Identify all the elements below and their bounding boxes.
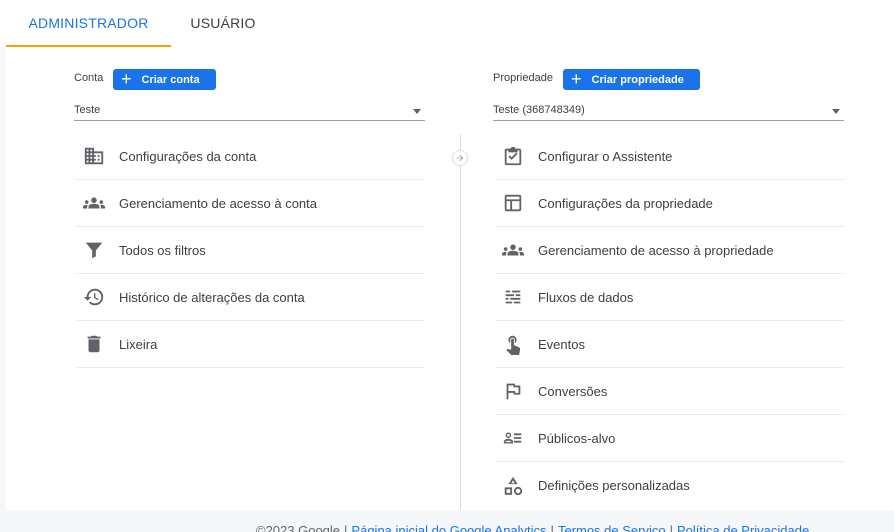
tab-usuario[interactable]: USUÁRIO <box>171 0 275 47</box>
account-selected-value: Teste <box>74 104 101 116</box>
create-property-button[interactable]: + Criar propriedade <box>563 69 700 90</box>
menu-item-label: Lixeira <box>119 336 158 352</box>
menu-item-label: Configurações da propriedade <box>538 195 713 211</box>
menu-item-account-settings[interactable]: Configurações da conta <box>76 133 424 180</box>
menu-item-label: Gerenciamento de acesso à propriedade <box>538 242 774 258</box>
plus-icon: + <box>121 68 132 89</box>
admin-tabs: ADMINISTRADOR USUÁRIO <box>0 0 894 47</box>
streams-icon <box>501 285 525 309</box>
property-selector[interactable]: Teste (368748349) <box>493 101 844 121</box>
audience-icon <box>501 426 525 450</box>
history-icon <box>82 285 106 309</box>
caret-down-icon <box>413 109 421 114</box>
menu-item-label: Fluxos de dados <box>538 289 634 305</box>
menu-item-setup-assistant[interactable]: Configurar o Assistente <box>495 133 844 180</box>
menu-item-conversions[interactable]: Conversões <box>495 368 844 415</box>
menu-item-account-history[interactable]: Histórico de alterações da conta <box>76 274 424 321</box>
menu-item-events[interactable]: Eventos <box>495 321 844 368</box>
menu-item-label: Gerenciamento de acesso à conta <box>119 195 318 211</box>
menu-item-label: Configurações da conta <box>119 148 257 164</box>
shapes-icon <box>501 474 525 498</box>
column-divider <box>460 134 461 510</box>
footer-link-terms[interactable]: Termos de Serviço <box>558 523 666 532</box>
property-label: Propriedade <box>493 72 553 84</box>
account-menu: Configurações da conta Gerenciamento de … <box>76 133 424 368</box>
menu-item-audiences[interactable]: Públicos-alvo <box>495 415 844 462</box>
arrow-right-icon <box>452 150 468 166</box>
menu-item-label: Conversões <box>538 383 608 399</box>
menu-item-account-access[interactable]: Gerenciamento de acesso à conta <box>76 180 424 227</box>
create-property-label: Criar propriedade <box>591 73 684 86</box>
filter-icon <box>82 238 106 262</box>
plus-icon: + <box>571 68 582 89</box>
menu-item-data-streams[interactable]: Fluxos de dados <box>495 274 844 321</box>
menu-item-label: Todos os filtros <box>119 242 206 258</box>
menu-item-trash[interactable]: Lixeira <box>76 321 424 368</box>
account-label: Conta <box>74 72 104 84</box>
people-icon <box>82 191 106 215</box>
account-selector[interactable]: Teste <box>74 101 425 121</box>
people-icon <box>501 238 525 262</box>
footer-copyright: ©2023 Google <box>256 523 341 532</box>
create-account-label: Criar conta <box>141 73 200 86</box>
admin-panel: Conta + Criar conta Teste Configurações … <box>6 47 894 510</box>
menu-item-custom-definitions[interactable]: Definições personalizadas <box>495 462 844 509</box>
menu-item-label: Públicos-alvo <box>538 430 616 446</box>
menu-item-label: Configurar o Assistente <box>538 148 673 164</box>
footer: ©2023 Google | Página inicial do Google An… <box>256 523 809 532</box>
menu-item-label: Histórico de alterações da conta <box>119 289 305 305</box>
menu-item-label: Eventos <box>538 336 585 352</box>
touch-icon <box>501 332 525 356</box>
menu-item-property-settings[interactable]: Configurações da propriedade <box>495 180 844 227</box>
menu-item-label: Definições personalizadas <box>538 478 690 493</box>
trash-icon <box>82 332 106 356</box>
menu-item-property-access[interactable]: Gerenciamento de acesso à propriedade <box>495 227 844 274</box>
flag-icon <box>501 379 525 403</box>
create-account-button[interactable]: + Criar conta <box>113 69 216 90</box>
property-selected-value: Teste (368748349) <box>493 104 585 116</box>
footer-link-privacy[interactable]: Política de Privacidade <box>677 523 809 532</box>
tab-administrador[interactable]: ADMINISTRADOR <box>6 0 171 47</box>
property-menu: Configurar o Assistente Configurações da… <box>495 133 844 509</box>
footer-link-analytics-home[interactable]: Página inicial do Google Analytics <box>351 523 546 532</box>
checkbox-icon <box>501 144 525 168</box>
caret-down-icon <box>832 109 840 114</box>
building-icon <box>82 144 106 168</box>
menu-item-all-filters[interactable]: Todos os filtros <box>76 227 424 274</box>
layout-icon <box>501 191 525 215</box>
